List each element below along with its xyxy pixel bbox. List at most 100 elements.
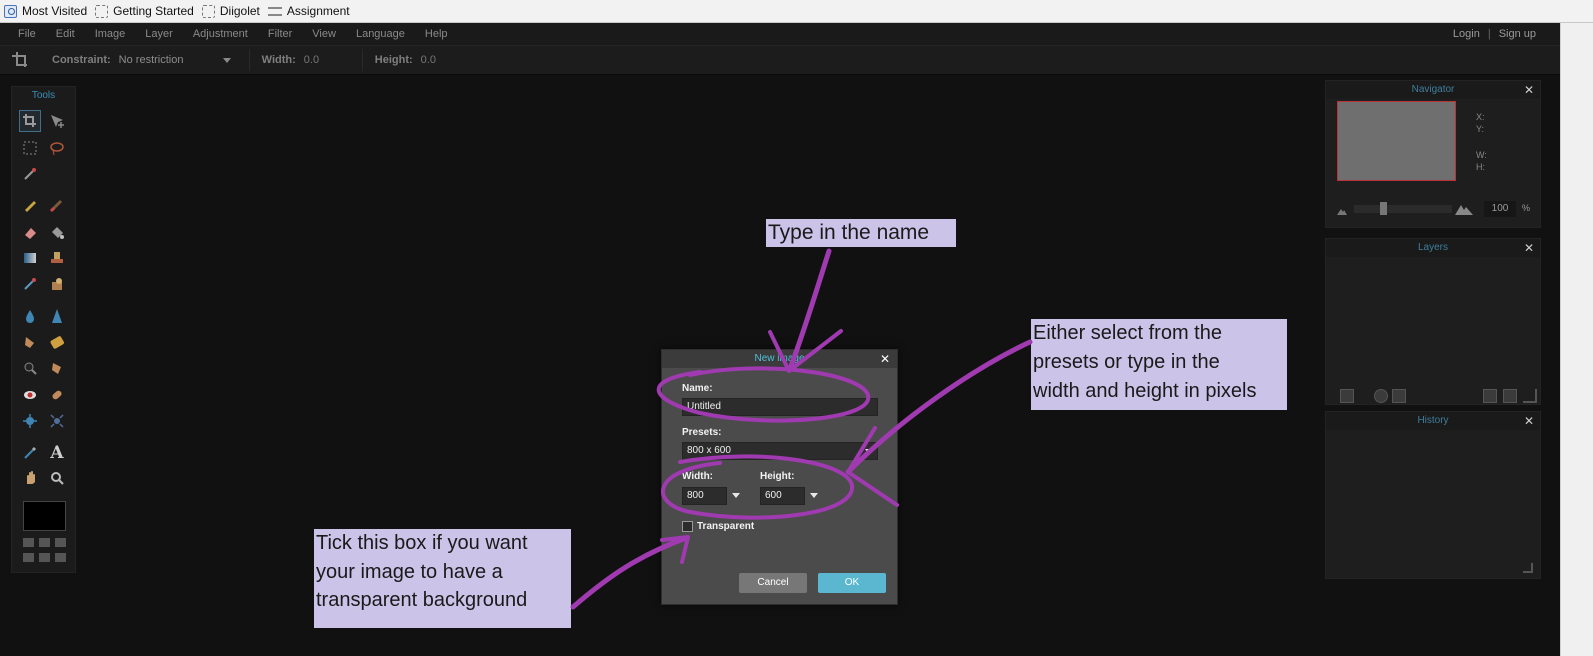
hand-icon[interactable] (19, 467, 41, 489)
trash-icon[interactable] (1503, 389, 1517, 403)
zoom-out-icon[interactable] (1337, 207, 1347, 215)
width-input[interactable]: 800 (682, 487, 727, 505)
sharpen-icon[interactable] (46, 305, 68, 327)
menu-file[interactable]: File (0, 28, 46, 40)
bloat-icon[interactable] (19, 410, 41, 432)
layer-mask-icon[interactable] (1374, 389, 1388, 403)
navigator-panel: Navigator ✕ X: Y: W: H: 100 % (1325, 80, 1541, 228)
menu-image[interactable]: Image (85, 28, 136, 40)
view-grid-icon[interactable] (23, 553, 34, 562)
tools-title: Tools (31, 90, 56, 101)
lasso-tool-icon[interactable] (46, 137, 68, 159)
width-input[interactable]: 0.0 (304, 54, 340, 66)
menu-filter[interactable]: Filter (258, 28, 302, 40)
clone-stamp-icon[interactable] (46, 247, 68, 269)
constraint-select[interactable]: No restriction (119, 54, 231, 66)
color-swatch[interactable] (23, 501, 66, 531)
dialog-header: New image ✕ (662, 350, 897, 368)
auth-separator: | (1487, 28, 1491, 40)
bookmark-label: Most Visited (22, 4, 88, 18)
login-link[interactable]: Login (1453, 28, 1480, 40)
crop-tool-icon[interactable] (19, 110, 41, 132)
annotation-line: Either select from the (1033, 322, 1222, 344)
view-grid-icon[interactable] (39, 538, 50, 547)
view-grid-icon[interactable] (39, 553, 50, 562)
menu-view[interactable]: View (302, 28, 346, 40)
move-tool-icon[interactable] (46, 110, 68, 132)
chevron-down-icon[interactable] (810, 493, 818, 498)
constraint-value: No restriction (118, 54, 184, 66)
annotation-line: presets or type in the (1033, 351, 1220, 373)
layer-effects-icon[interactable] (1392, 389, 1406, 403)
type-tool-icon[interactable]: A (46, 442, 68, 464)
menu-help[interactable]: Help (415, 28, 458, 40)
dodge-icon[interactable] (19, 357, 41, 379)
blur-icon[interactable] (19, 305, 41, 327)
bookmark-most-visited[interactable]: Most Visited (4, 4, 87, 18)
drawing-icon[interactable] (46, 273, 68, 295)
annotation-name: Type in the name (766, 219, 956, 247)
view-grid-icon[interactable] (55, 538, 66, 547)
cancel-button[interactable]: Cancel (739, 573, 807, 593)
gradient-icon[interactable] (19, 247, 41, 269)
menu-edit[interactable]: Edit (46, 28, 85, 40)
height-input[interactable]: 0.0 (421, 54, 457, 66)
most-visited-icon (4, 4, 17, 18)
zoom-tool-icon[interactable] (46, 467, 68, 489)
paint-bucket-icon[interactable] (46, 221, 68, 243)
bookmark-getting-started[interactable]: Getting Started (95, 4, 194, 18)
color-replace-icon[interactable] (19, 273, 41, 295)
name-label: Name: (682, 383, 713, 394)
view-grid-icon[interactable] (23, 538, 34, 547)
close-icon[interactable]: ✕ (1524, 412, 1534, 430)
view-grid-icon[interactable] (55, 553, 66, 562)
height-input[interactable]: 600 (760, 487, 805, 505)
history-header: History ✕ (1326, 412, 1540, 430)
transparent-checkbox[interactable] (682, 521, 693, 532)
bookmark-diigolet[interactable]: Diigolet (201, 4, 260, 18)
zoom-input[interactable]: 100 (1484, 201, 1516, 217)
pencil-icon[interactable] (19, 194, 41, 216)
pinch-icon[interactable] (46, 410, 68, 432)
layers-header: Layers ✕ (1326, 239, 1540, 257)
smudge-icon[interactable] (19, 331, 41, 353)
navigator-title: Navigator (1411, 84, 1455, 95)
color-picker-icon[interactable] (19, 442, 41, 464)
layer-settings-icon[interactable] (1340, 389, 1354, 403)
presets-select[interactable]: 800 x 600 (682, 442, 878, 460)
nav-h-label: H: (1476, 162, 1485, 172)
window-scrollbar[interactable] (1560, 23, 1593, 656)
sponge-icon[interactable] (46, 331, 68, 353)
annotation-presets: Either select from the presets or type i… (1031, 319, 1287, 410)
zoom-slider-handle[interactable] (1380, 202, 1387, 215)
magic-wand-icon[interactable] (19, 163, 41, 185)
bookmark-page-icon (95, 4, 109, 18)
transparent-label: Transparent (697, 521, 755, 532)
bookmark-assignment[interactable]: Assignment (267, 4, 350, 18)
marquee-tool-icon[interactable] (19, 137, 41, 159)
close-icon[interactable]: ✕ (1524, 81, 1534, 99)
name-input[interactable]: Untitled (682, 398, 878, 416)
close-icon[interactable]: ✕ (1524, 239, 1534, 257)
menu-layer[interactable]: Layer (135, 28, 183, 40)
navigator-thumbnail[interactable] (1337, 101, 1456, 181)
zoom-in-icon[interactable] (1455, 203, 1473, 215)
brush-icon[interactable] (46, 194, 68, 216)
zoom-slider[interactable] (1354, 202, 1452, 215)
burn-icon[interactable] (46, 357, 68, 379)
signup-link[interactable]: Sign up (1499, 28, 1536, 40)
tool-options-bar: Constraint: No restriction Width: 0.0 He… (0, 45, 1560, 75)
chevron-down-icon[interactable] (732, 493, 740, 498)
ok-button[interactable]: OK (818, 573, 886, 593)
red-eye-icon[interactable] (19, 384, 41, 406)
menu-adjustment[interactable]: Adjustment (183, 28, 258, 40)
spot-heal-icon[interactable] (46, 384, 68, 406)
eraser-icon[interactable] (19, 221, 41, 243)
close-icon[interactable]: ✕ (880, 350, 890, 368)
chevron-down-icon[interactable] (865, 449, 873, 454)
menu-language[interactable]: Language (346, 28, 415, 40)
resize-grip-icon[interactable] (1523, 389, 1537, 403)
resize-grip-icon[interactable] (1523, 563, 1533, 573)
new-layer-icon[interactable] (1483, 389, 1497, 403)
screen: Most Visited Getting Started Diigolet As… (0, 0, 1593, 656)
